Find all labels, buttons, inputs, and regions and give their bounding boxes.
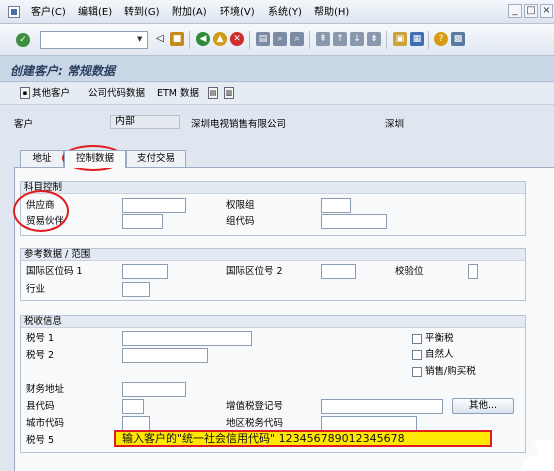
sap-menu-icon[interactable]	[8, 6, 20, 18]
equalization-tax-checkbox[interactable]	[412, 334, 422, 344]
page-title: 创建客户: 常规数据	[10, 64, 115, 78]
menu-edit[interactable]: 编辑(E)	[78, 6, 112, 20]
other-vat-button[interactable]: 其他...	[452, 398, 514, 414]
menu-customer[interactable]: 客户(C)	[31, 6, 66, 20]
authorization-group-input[interactable]	[321, 198, 351, 213]
group-key-label: 组代码	[226, 216, 255, 227]
account-control-group: 科目控制	[20, 181, 526, 236]
new-session-icon[interactable]: ▣	[393, 32, 407, 46]
group-title: 参考数据 / 范围	[21, 249, 525, 261]
toolbar-separator	[249, 31, 250, 49]
group-title: 科目控制	[21, 182, 525, 194]
industry-label: 行业	[26, 284, 46, 295]
cancel-icon[interactable]: ✕	[230, 32, 244, 46]
tax-number2-label: 税号 2	[26, 350, 55, 361]
vendor-input[interactable]	[122, 198, 186, 213]
customer-number-value: 内部	[110, 115, 180, 129]
menu-environment[interactable]: 环境(V)	[220, 6, 255, 20]
tax-number1-input[interactable]	[122, 331, 252, 346]
tax-number5-input[interactable]: 输入客户的"统一社会信用代码" 123456789012345678	[114, 430, 492, 447]
toolbar-separator	[428, 31, 429, 49]
toolbar-separator	[309, 31, 310, 49]
other-customer-icon[interactable]: ▪	[20, 87, 30, 99]
tab-control-data[interactable]: 控制数据	[64, 150, 126, 168]
document-edit-icon[interactable]: ▥	[224, 87, 234, 99]
first-page-icon[interactable]: ⇞	[316, 32, 330, 46]
customer-city-value: 深圳	[385, 119, 405, 130]
customer-label: 客户	[14, 119, 34, 130]
tax-number2-input[interactable]	[122, 348, 208, 363]
enter-check-icon[interactable]: ✓	[16, 33, 30, 47]
menu-help[interactable]: 帮助(H)	[314, 6, 349, 20]
find-next-icon[interactable]: ⌕	[290, 32, 304, 46]
group-title: 税收信息	[21, 316, 525, 328]
menu-goto[interactable]: 转到(G)	[124, 6, 160, 20]
location-no1-input[interactable]	[122, 264, 168, 279]
county-code-label: 县代码	[26, 401, 55, 412]
city-code-input[interactable]	[122, 416, 150, 431]
toolbar-separator	[189, 31, 190, 49]
regional-tax-code-input[interactable]	[321, 416, 417, 431]
company-code-data-button[interactable]: 公司代码数据	[88, 87, 145, 101]
save-icon[interactable]: ■	[170, 32, 184, 46]
toolbar-separator	[386, 31, 387, 49]
check-digit-input[interactable]	[468, 264, 478, 279]
vat-registration-label: 增值税登记号	[226, 401, 284, 412]
previous-page-icon[interactable]: ↑	[333, 32, 347, 46]
maximize-icon[interactable]: □	[524, 4, 538, 18]
chevron-down-icon[interactable]: ▼	[137, 35, 142, 43]
next-page-icon[interactable]: ↓	[350, 32, 364, 46]
close-icon[interactable]: ×	[540, 4, 553, 18]
authorization-group-label: 权限组	[226, 200, 255, 211]
sales-purchase-tax-label: 销售/购买税	[425, 366, 476, 377]
trading-partner-input[interactable]	[122, 214, 163, 229]
location-no2-label: 国际区位号 2	[226, 266, 283, 277]
shortcut-icon[interactable]: ▦	[410, 32, 424, 46]
customer-name-value: 深圳电视销售有限公司	[191, 119, 287, 130]
annotation-ellipse	[13, 190, 69, 232]
natural-person-label: 自然人	[425, 349, 454, 360]
equalization-tax-label: 平衡税	[425, 333, 454, 344]
minimize-icon[interactable]: _	[508, 4, 522, 18]
location-no2-input[interactable]	[321, 264, 356, 279]
regional-tax-code-label: 地区税务代码	[226, 418, 284, 429]
find-icon[interactable]: ⌕	[273, 32, 287, 46]
application-toolbar	[0, 83, 554, 105]
menu-system[interactable]: 系统(Y)	[268, 6, 302, 20]
industry-input[interactable]	[122, 282, 150, 297]
last-page-icon[interactable]: ⇟	[367, 32, 381, 46]
other-customer-button[interactable]: 其他客户	[32, 87, 70, 101]
vat-registration-input[interactable]	[321, 399, 443, 414]
group-key-input[interactable]	[321, 214, 387, 229]
fiscal-address-label: 财务地址	[26, 384, 65, 395]
location-no1-label: 国际区位码 1	[26, 266, 83, 277]
county-code-input[interactable]	[122, 399, 144, 414]
city-code-label: 城市代码	[26, 418, 65, 429]
fiscal-address-input[interactable]	[122, 382, 186, 397]
collapse-arrow-icon[interactable]: ◁	[156, 33, 164, 44]
sales-purchase-tax-checkbox[interactable]	[412, 367, 422, 377]
tax-number5-label: 税号 5	[26, 435, 55, 446]
document-icon[interactable]: ▤	[208, 87, 218, 99]
check-digit-label: 校验位	[395, 266, 424, 277]
command-field[interactable]	[40, 31, 148, 49]
etm-data-button[interactable]: ETM 数据	[157, 87, 199, 101]
menu-extras[interactable]: 附加(A)	[172, 6, 207, 20]
natural-person-checkbox[interactable]	[412, 350, 422, 360]
tax-number1-label: 税号 1	[26, 333, 55, 344]
tab-address[interactable]: 地址	[20, 150, 64, 167]
print-icon[interactable]: ▤	[256, 32, 270, 46]
layout-icon[interactable]: ▩	[451, 32, 465, 46]
exit-icon[interactable]: ▲	[213, 32, 227, 46]
back-icon[interactable]: ◀	[196, 32, 210, 46]
help-icon[interactable]: ?	[434, 32, 448, 46]
tab-payment-transactions[interactable]: 支付交易	[126, 150, 186, 167]
